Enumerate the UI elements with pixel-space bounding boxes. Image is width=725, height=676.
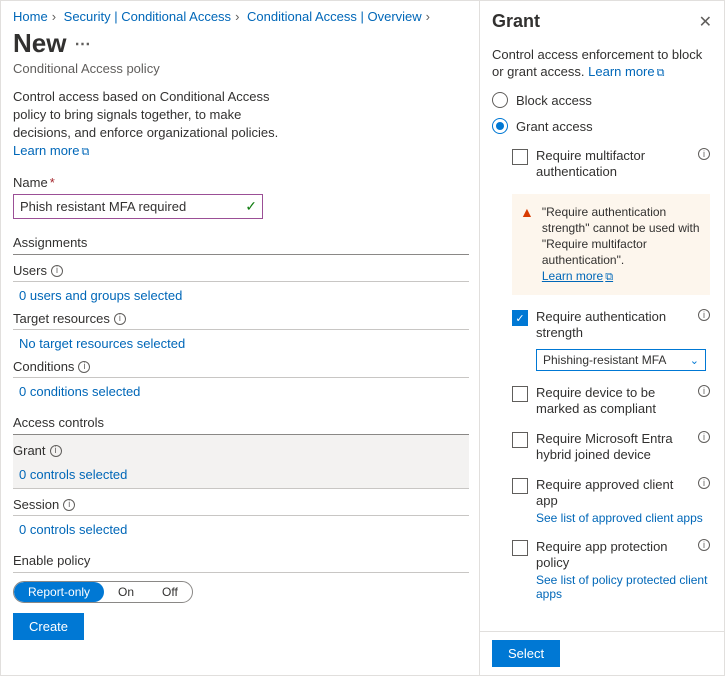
label-mfa: Require multifactor authentication [536,148,690,180]
checkmark-icon: ✓ [245,198,257,215]
learn-more-link[interactable]: Learn more⧉ [13,143,89,158]
breadcrumb-overview[interactable]: Conditional Access | Overview [247,9,422,24]
label-compliant: Require device to be marked as compliant [536,385,690,417]
pill-report-only[interactable]: Report-only [14,582,104,602]
label-approved-app: Require approved client app [536,477,690,509]
session-value-link[interactable]: 0 controls selected [19,522,127,537]
info-icon[interactable]: i [698,431,710,443]
breadcrumb-home[interactable]: Home [13,9,48,24]
info-icon[interactable]: i [698,309,710,321]
grant-label: Grant [13,443,46,458]
label-auth-strength: Require authentication strength [536,309,690,341]
assignments-header: Assignments [13,235,469,255]
warning-box: ▲ "Require authentication strength" cann… [512,194,710,295]
users-label: Users [13,263,47,278]
checkbox-compliant[interactable] [512,386,528,402]
radio-icon [492,92,508,108]
external-link-icon: ⧉ [657,67,665,79]
approved-apps-link[interactable]: See list of approved client apps [536,511,718,525]
grant-panel: Grant ✕ Control access enforcement to bl… [479,1,724,675]
name-label: Name [13,175,48,190]
pill-on[interactable]: On [104,582,148,602]
info-icon[interactable]: i [63,499,75,511]
info-icon[interactable]: i [51,265,63,277]
checkbox-approved-app[interactable] [512,478,528,494]
page-title: New [13,28,66,59]
warning-learn-more-link[interactable]: Learn more⧉ [542,269,613,283]
warning-icon: ▲ [520,204,534,285]
info-icon[interactable]: i [50,445,62,457]
close-icon[interactable]: ✕ [699,12,712,32]
name-input[interactable] [13,194,263,219]
info-icon[interactable]: i [698,477,710,489]
users-value-link[interactable]: 0 users and groups selected [19,288,182,303]
select-button[interactable]: Select [492,640,560,667]
page-subtitle: Conditional Access policy [13,61,469,76]
checkbox-auth-strength[interactable]: ✓ [512,310,528,326]
radio-grant-access[interactable]: Grant access [492,118,718,134]
label-hybrid: Require Microsoft Entra hybrid joined de… [536,431,690,463]
checkbox-app-protection[interactable] [512,540,528,556]
conditions-value-link[interactable]: 0 conditions selected [19,384,140,399]
grant-value-link[interactable]: 0 controls selected [19,467,127,482]
external-link-icon: ⧉ [81,146,89,158]
checkbox-mfa[interactable] [512,149,528,165]
external-link-icon: ⧉ [605,271,613,283]
info-icon[interactable]: i [114,313,126,325]
session-label: Session [13,497,59,512]
breadcrumb-security[interactable]: Security | Conditional Access [64,9,231,24]
label-app-protection: Require app protection policy [536,539,690,571]
create-button[interactable]: Create [13,613,84,640]
info-icon[interactable]: i [698,148,710,160]
info-icon[interactable]: i [698,385,710,397]
required-icon: * [50,175,55,190]
app-protection-link[interactable]: See list of policy protected client apps [536,573,718,601]
radio-icon [492,118,508,134]
access-controls-header: Access controls [13,415,469,435]
intro-text: Control access based on Conditional Acce… [13,89,278,140]
auth-strength-dropdown[interactable]: Phishing-resistant MFA ⌄ [536,349,706,371]
info-icon[interactable]: i [698,539,710,551]
more-icon[interactable]: ⋯ [74,34,90,54]
radio-block-access[interactable]: Block access [492,92,718,108]
enable-policy-label: Enable policy [13,553,469,573]
conditions-label: Conditions [13,359,74,374]
targets-value-link[interactable]: No target resources selected [19,336,185,351]
breadcrumb: Home› Security | Conditional Access› Con… [13,9,469,24]
checkbox-hybrid[interactable] [512,432,528,448]
enable-policy-toggle[interactable]: Report-only On Off [13,581,193,603]
panel-learn-more-link[interactable]: Learn more⧉ [588,64,664,79]
panel-title: Grant [492,11,540,32]
chevron-down-icon: ⌄ [690,354,699,367]
info-icon[interactable]: i [78,361,90,373]
targets-label: Target resources [13,311,110,326]
pill-off[interactable]: Off [148,582,192,602]
